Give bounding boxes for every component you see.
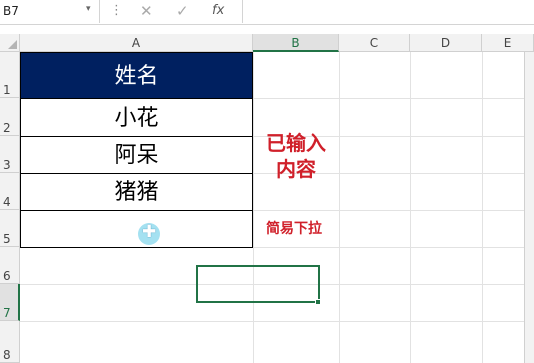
worksheet-grid[interactable]: A B C D E 1 2 3 4 5 6 7 8 姓名 小花 阿呆 猪猪 已输… [0, 34, 534, 363]
gridline [20, 321, 534, 322]
column-header-e[interactable]: E [482, 34, 534, 52]
cell-a2[interactable]: 小花 [20, 98, 253, 137]
row-header-2[interactable]: 2 [0, 98, 20, 136]
plus-cursor-icon: ✚ [142, 222, 157, 242]
enter-icon[interactable]: ✓ [176, 2, 189, 20]
fill-handle[interactable] [315, 299, 321, 305]
active-cell-b7[interactable] [196, 265, 320, 303]
formula-bar: B7 ▾ ⋮ ✕ ✓ fx [0, 0, 534, 25]
row-header-5[interactable]: 5 [0, 210, 20, 247]
column-header-a[interactable]: A [20, 34, 253, 52]
formula-input[interactable] [242, 0, 534, 23]
cell-a4[interactable]: 猪猪 [20, 173, 253, 211]
name-box-value: B7 [3, 4, 19, 18]
cancel-icon[interactable]: ✕ [140, 2, 153, 20]
chevron-down-icon[interactable]: ▾ [86, 4, 91, 14]
row-header-1[interactable]: 1 [0, 52, 20, 98]
name-box[interactable]: B7 ▾ [0, 0, 100, 23]
cell-a1[interactable]: 姓名 [20, 52, 253, 99]
more-icon: ⋮ [110, 3, 123, 18]
cell-a3[interactable]: 阿呆 [20, 136, 253, 174]
vertical-scrollbar[interactable] [524, 52, 534, 363]
insert-function-icon[interactable]: fx [212, 3, 224, 18]
row-header-8[interactable]: 8 [0, 321, 20, 363]
note-simple-dropdown: 简易下拉 [266, 221, 322, 237]
note-line: 已输入 [266, 131, 326, 155]
row-header-3[interactable]: 3 [0, 136, 20, 173]
column-header-c[interactable]: C [339, 34, 410, 52]
note-already-input: 已输入 内容 [256, 130, 336, 182]
column-header-b[interactable]: B [253, 34, 339, 52]
mouse-cursor-icon: ✚ [138, 222, 160, 245]
row-header-7[interactable]: 7 [0, 284, 20, 321]
column-header-d[interactable]: D [410, 34, 482, 52]
note-line: 内容 [276, 157, 316, 181]
row-header-4[interactable]: 4 [0, 173, 20, 210]
cell-a5[interactable] [20, 210, 253, 248]
select-all-corner[interactable] [0, 34, 20, 52]
row-header-6[interactable]: 6 [0, 247, 20, 284]
